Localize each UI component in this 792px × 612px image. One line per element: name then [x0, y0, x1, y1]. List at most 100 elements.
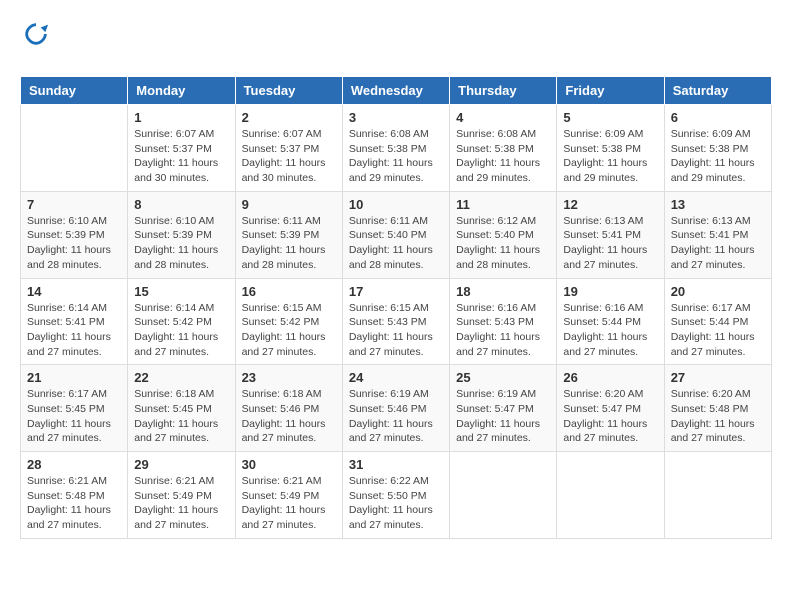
day-number: 29 [134, 457, 228, 472]
day-info: Sunrise: 6:15 AM Sunset: 5:42 PM Dayligh… [242, 301, 336, 360]
daylight-text: Daylight: 11 hours and 29 minutes. [456, 157, 540, 184]
calendar-cell: 27 Sunrise: 6:20 AM Sunset: 5:48 PM Dayl… [664, 365, 771, 452]
day-number: 22 [134, 370, 228, 385]
day-number: 21 [27, 370, 121, 385]
day-info: Sunrise: 6:08 AM Sunset: 5:38 PM Dayligh… [456, 127, 550, 186]
sunrise-text: Sunrise: 6:07 AM [134, 128, 214, 140]
day-info: Sunrise: 6:16 AM Sunset: 5:43 PM Dayligh… [456, 301, 550, 360]
week-row-2: 7 Sunrise: 6:10 AM Sunset: 5:39 PM Dayli… [21, 191, 772, 278]
calendar-cell [21, 105, 128, 192]
daylight-text: Daylight: 11 hours and 28 minutes. [456, 244, 540, 271]
day-info: Sunrise: 6:15 AM Sunset: 5:43 PM Dayligh… [349, 301, 443, 360]
day-number: 18 [456, 284, 550, 299]
calendar-cell: 6 Sunrise: 6:09 AM Sunset: 5:38 PM Dayli… [664, 105, 771, 192]
sunset-text: Sunset: 5:39 PM [242, 229, 320, 241]
calendar-table: SundayMondayTuesdayWednesdayThursdayFrid… [20, 76, 772, 539]
day-info: Sunrise: 6:09 AM Sunset: 5:38 PM Dayligh… [671, 127, 765, 186]
header-wednesday: Wednesday [342, 77, 449, 105]
sunrise-text: Sunrise: 6:22 AM [349, 475, 429, 487]
day-number: 8 [134, 197, 228, 212]
sunset-text: Sunset: 5:41 PM [27, 316, 105, 328]
calendar-cell [557, 452, 664, 539]
calendar-cell: 17 Sunrise: 6:15 AM Sunset: 5:43 PM Dayl… [342, 278, 449, 365]
sunset-text: Sunset: 5:45 PM [134, 403, 212, 415]
daylight-text: Daylight: 11 hours and 27 minutes. [671, 331, 755, 358]
day-number: 24 [349, 370, 443, 385]
day-info: Sunrise: 6:19 AM Sunset: 5:46 PM Dayligh… [349, 387, 443, 446]
day-info: Sunrise: 6:07 AM Sunset: 5:37 PM Dayligh… [242, 127, 336, 186]
sunset-text: Sunset: 5:38 PM [671, 143, 749, 155]
calendar-cell: 25 Sunrise: 6:19 AM Sunset: 5:47 PM Dayl… [450, 365, 557, 452]
sunrise-text: Sunrise: 6:07 AM [242, 128, 322, 140]
calendar-cell: 10 Sunrise: 6:11 AM Sunset: 5:40 PM Dayl… [342, 191, 449, 278]
week-row-5: 28 Sunrise: 6:21 AM Sunset: 5:48 PM Dayl… [21, 452, 772, 539]
sunset-text: Sunset: 5:47 PM [456, 403, 534, 415]
calendar-cell: 8 Sunrise: 6:10 AM Sunset: 5:39 PM Dayli… [128, 191, 235, 278]
sunrise-text: Sunrise: 6:17 AM [671, 302, 751, 314]
daylight-text: Daylight: 11 hours and 30 minutes. [242, 157, 326, 184]
calendar-cell: 13 Sunrise: 6:13 AM Sunset: 5:41 PM Dayl… [664, 191, 771, 278]
sunrise-text: Sunrise: 6:13 AM [671, 215, 751, 227]
sunset-text: Sunset: 5:42 PM [134, 316, 212, 328]
day-number: 13 [671, 197, 765, 212]
daylight-text: Daylight: 11 hours and 27 minutes. [671, 244, 755, 271]
calendar-cell: 30 Sunrise: 6:21 AM Sunset: 5:49 PM Dayl… [235, 452, 342, 539]
sunset-text: Sunset: 5:48 PM [671, 403, 749, 415]
daylight-text: Daylight: 11 hours and 27 minutes. [349, 504, 433, 531]
sunrise-text: Sunrise: 6:11 AM [349, 215, 428, 227]
daylight-text: Daylight: 11 hours and 30 minutes. [134, 157, 218, 184]
sunrise-text: Sunrise: 6:20 AM [563, 388, 643, 400]
sunrise-text: Sunrise: 6:10 AM [134, 215, 214, 227]
calendar-cell: 31 Sunrise: 6:22 AM Sunset: 5:50 PM Dayl… [342, 452, 449, 539]
day-number: 3 [349, 110, 443, 125]
calendar-cell: 5 Sunrise: 6:09 AM Sunset: 5:38 PM Dayli… [557, 105, 664, 192]
calendar-cell: 24 Sunrise: 6:19 AM Sunset: 5:46 PM Dayl… [342, 365, 449, 452]
calendar-cell: 19 Sunrise: 6:16 AM Sunset: 5:44 PM Dayl… [557, 278, 664, 365]
day-info: Sunrise: 6:13 AM Sunset: 5:41 PM Dayligh… [671, 214, 765, 273]
daylight-text: Daylight: 11 hours and 27 minutes. [27, 418, 111, 445]
header-tuesday: Tuesday [235, 77, 342, 105]
day-number: 16 [242, 284, 336, 299]
week-row-3: 14 Sunrise: 6:14 AM Sunset: 5:41 PM Dayl… [21, 278, 772, 365]
day-number: 9 [242, 197, 336, 212]
day-info: Sunrise: 6:10 AM Sunset: 5:39 PM Dayligh… [27, 214, 121, 273]
header-sunday: Sunday [21, 77, 128, 105]
day-info: Sunrise: 6:08 AM Sunset: 5:38 PM Dayligh… [349, 127, 443, 186]
sunset-text: Sunset: 5:41 PM [671, 229, 749, 241]
sunrise-text: Sunrise: 6:20 AM [671, 388, 751, 400]
sunset-text: Sunset: 5:38 PM [456, 143, 534, 155]
day-info: Sunrise: 6:17 AM Sunset: 5:45 PM Dayligh… [27, 387, 121, 446]
daylight-text: Daylight: 11 hours and 29 minutes. [563, 157, 647, 184]
week-row-1: 1 Sunrise: 6:07 AM Sunset: 5:37 PM Dayli… [21, 105, 772, 192]
calendar-cell: 20 Sunrise: 6:17 AM Sunset: 5:44 PM Dayl… [664, 278, 771, 365]
sunset-text: Sunset: 5:38 PM [349, 143, 427, 155]
sunset-text: Sunset: 5:45 PM [27, 403, 105, 415]
sunset-text: Sunset: 5:38 PM [563, 143, 641, 155]
daylight-text: Daylight: 11 hours and 27 minutes. [456, 418, 540, 445]
calendar-cell: 29 Sunrise: 6:21 AM Sunset: 5:49 PM Dayl… [128, 452, 235, 539]
calendar-cell: 2 Sunrise: 6:07 AM Sunset: 5:37 PM Dayli… [235, 105, 342, 192]
day-info: Sunrise: 6:17 AM Sunset: 5:44 PM Dayligh… [671, 301, 765, 360]
sunrise-text: Sunrise: 6:14 AM [27, 302, 107, 314]
sunrise-text: Sunrise: 6:14 AM [134, 302, 214, 314]
day-info: Sunrise: 6:14 AM Sunset: 5:42 PM Dayligh… [134, 301, 228, 360]
daylight-text: Daylight: 11 hours and 27 minutes. [242, 331, 326, 358]
sunset-text: Sunset: 5:49 PM [242, 490, 320, 502]
sunset-text: Sunset: 5:47 PM [563, 403, 641, 415]
day-info: Sunrise: 6:19 AM Sunset: 5:47 PM Dayligh… [456, 387, 550, 446]
sunset-text: Sunset: 5:44 PM [671, 316, 749, 328]
sunrise-text: Sunrise: 6:08 AM [456, 128, 536, 140]
day-number: 1 [134, 110, 228, 125]
day-info: Sunrise: 6:12 AM Sunset: 5:40 PM Dayligh… [456, 214, 550, 273]
sunrise-text: Sunrise: 6:18 AM [242, 388, 322, 400]
sunrise-text: Sunrise: 6:11 AM [242, 215, 321, 227]
day-number: 30 [242, 457, 336, 472]
sunset-text: Sunset: 5:44 PM [563, 316, 641, 328]
sunset-text: Sunset: 5:40 PM [349, 229, 427, 241]
daylight-text: Daylight: 11 hours and 28 minutes. [27, 244, 111, 271]
daylight-text: Daylight: 11 hours and 29 minutes. [671, 157, 755, 184]
calendar-cell: 28 Sunrise: 6:21 AM Sunset: 5:48 PM Dayl… [21, 452, 128, 539]
sunset-text: Sunset: 5:41 PM [563, 229, 641, 241]
sunset-text: Sunset: 5:48 PM [27, 490, 105, 502]
day-number: 15 [134, 284, 228, 299]
